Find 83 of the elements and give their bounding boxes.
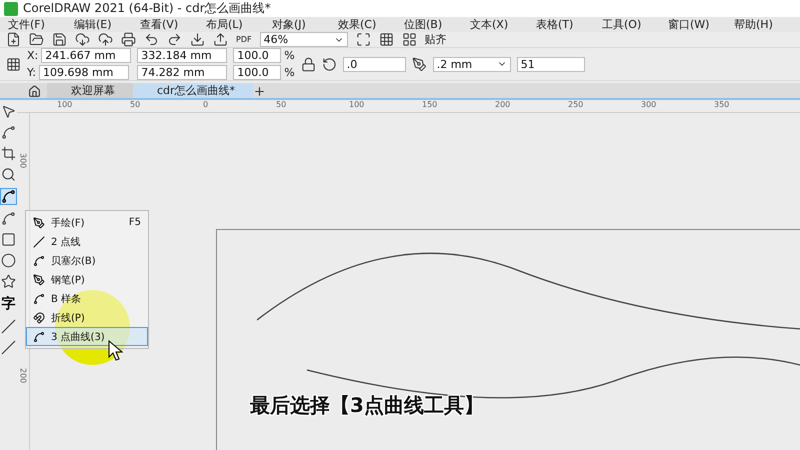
folder-icon[interactable]: [29, 32, 44, 47]
shortcut-label: F5: [128, 217, 141, 228]
menu-item[interactable]: 位图(B): [404, 17, 470, 32]
ruler-label: 150: [422, 100, 438, 111]
anchor-grid-icon[interactable]: [6, 56, 21, 72]
curve-icon[interactable]: [1, 211, 16, 226]
add-tab-icon[interactable]: [253, 85, 266, 98]
menu-item[interactable]: 折线(P): [26, 308, 148, 327]
rectangle-icon[interactable]: [1, 232, 16, 247]
menu-item[interactable]: 手绘(F) F5: [26, 213, 148, 232]
print-icon[interactable]: [121, 32, 136, 47]
cloud-upload-icon[interactable]: [98, 32, 113, 47]
ruler-label: 0: [203, 100, 210, 111]
width-field[interactable]: 332.184 mm: [137, 48, 228, 63]
ruler-label: 300: [641, 100, 658, 111]
ruler-label: 100: [57, 100, 74, 111]
menu-item[interactable]: 3 点曲线(3): [26, 327, 148, 346]
pdf-label[interactable]: PDF: [236, 35, 252, 44]
menu-item[interactable]: 表格(T): [536, 17, 602, 32]
menu-item[interactable]: 工具(O): [602, 17, 668, 32]
cloud-download-icon[interactable]: [75, 32, 90, 47]
new-document-icon[interactable]: [6, 32, 21, 47]
star-icon[interactable]: [1, 274, 16, 289]
ruler-label: 50: [130, 100, 142, 111]
y-field[interactable]: 109.698 mm: [38, 65, 129, 80]
menu-item[interactable]: 帮助(H): [734, 17, 800, 32]
pen-icon[interactable]: [412, 56, 427, 72]
app-logo-icon: [4, 2, 18, 16]
full-screen-icon[interactable]: [356, 32, 371, 47]
import-icon[interactable]: [190, 32, 205, 47]
ruler-label: 200: [495, 100, 512, 111]
menu-item[interactable]: 文本(X): [470, 17, 536, 32]
snap-label[interactable]: 贴齐: [424, 32, 447, 47]
menu-item[interactable]: 编辑(E): [74, 17, 140, 32]
crop-icon[interactable]: [1, 146, 16, 161]
menu-item[interactable]: 对象(J): [272, 17, 338, 32]
menu-item[interactable]: 效果(C): [338, 17, 404, 32]
ruler-label: 200: [18, 368, 28, 384]
x-label: X:: [27, 49, 38, 62]
x-field[interactable]: 241.667 mm: [41, 48, 132, 63]
search-icon[interactable]: [1, 167, 16, 182]
ruler-label: 50: [276, 100, 288, 111]
text-tool[interactable]: 字: [2, 295, 16, 313]
undo-icon[interactable]: [144, 32, 159, 47]
menu-item[interactable]: 布局(L): [206, 17, 272, 32]
ruler-label: 250: [568, 100, 584, 111]
percent-label: %: [284, 49, 295, 62]
angle-field[interactable]: .0: [342, 56, 406, 72]
ruler-label: 350: [714, 100, 730, 111]
redo-icon[interactable]: [167, 32, 182, 47]
menu-item[interactable]: 窗口(W): [668, 17, 734, 32]
height-field[interactable]: 74.282 mm: [137, 65, 228, 80]
document-tab[interactable]: 欢迎屏幕: [47, 83, 133, 98]
save-icon[interactable]: [52, 32, 67, 47]
document-tab[interactable]: cdr怎么画曲线*: [133, 83, 254, 98]
zoom-field[interactable]: 46%: [260, 32, 348, 47]
menu-item[interactable]: 贝塞尔(B): [26, 251, 148, 270]
smoothing-field[interactable]: 51: [516, 56, 585, 72]
grid-icon[interactable]: [378, 32, 394, 47]
ruler-label: 300: [18, 153, 28, 168]
percent-label: %: [284, 66, 295, 79]
menu-item[interactable]: 2 点线: [26, 232, 148, 251]
y-label: Y:: [27, 66, 36, 79]
home-icon[interactable]: [28, 85, 41, 98]
cursor-icon: [108, 340, 124, 362]
menu-item[interactable]: 文件(F): [8, 17, 74, 32]
pointer-icon[interactable]: [1, 104, 16, 119]
curve-tool-button[interactable]: [0, 188, 17, 205]
rotate-icon[interactable]: [322, 56, 337, 72]
menu-item[interactable]: B 样条: [26, 289, 148, 308]
export-icon[interactable]: [213, 32, 228, 47]
ellipse-icon[interactable]: [1, 253, 16, 268]
line-icon[interactable]: [1, 319, 16, 334]
scale-field[interactable]: 100.0: [233, 65, 282, 80]
menu-item[interactable]: 钢笔(P): [26, 270, 148, 289]
outline-width-field[interactable]: .2 mm: [432, 56, 511, 72]
menu-item[interactable]: 查看(V): [140, 17, 206, 32]
scale-field[interactable]: 100.0: [233, 48, 282, 63]
subtitle-caption: 最后选择【3点曲线工具】: [250, 392, 484, 419]
window-title: CorelDRAW 2021 (64-Bit) - cdr怎么画曲线*: [23, 0, 271, 17]
layout-icon[interactable]: [402, 32, 417, 47]
lock-icon[interactable]: [300, 56, 316, 72]
ruler-label: 100: [349, 100, 366, 111]
